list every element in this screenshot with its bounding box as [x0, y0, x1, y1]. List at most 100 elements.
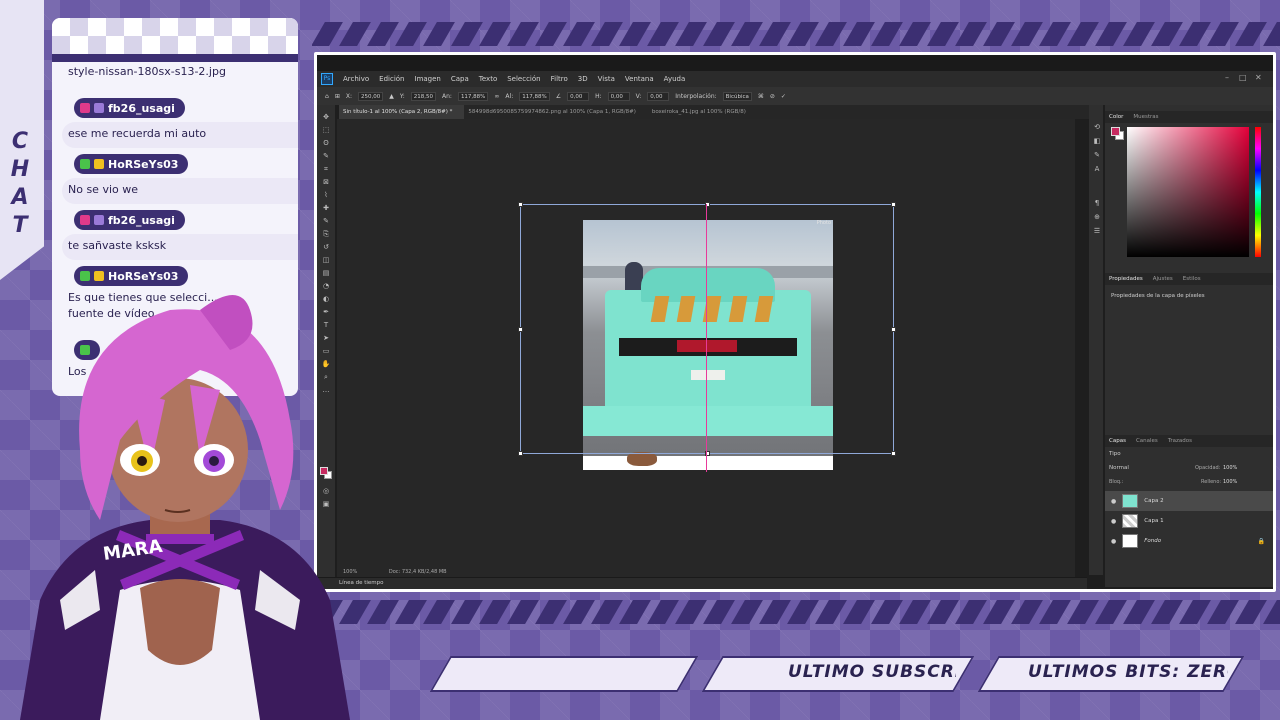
status-bar: 100% Doc: 732,4 KB/2,48 MB [337, 567, 1075, 577]
height-field[interactable]: 117,88% [519, 91, 550, 101]
photo-white-strip [583, 456, 833, 470]
transform-handle-bl[interactable] [518, 451, 523, 456]
tab-channels[interactable]: Canales [1136, 438, 1158, 444]
menu-item-capa[interactable]: Capa [451, 75, 469, 83]
decor-stripe [955, 22, 987, 46]
close-icon[interactable]: ✕ [1255, 73, 1262, 82]
decor-stripe [479, 600, 511, 624]
menu-item-selección[interactable]: Selección [507, 75, 540, 83]
menu-item-ventana[interactable]: Ventana [625, 75, 654, 83]
chat-vertical-label: CHAT [6, 128, 36, 240]
visibility-eye-icon[interactable]: ● [1111, 538, 1116, 545]
transform-handle-left[interactable] [518, 327, 523, 332]
glyphs-panel-icon[interactable]: ⊕ [1092, 213, 1102, 221]
layer-row-capa-2[interactable]: ● Capa 2 [1105, 491, 1273, 511]
lasso-tool-icon[interactable]: ʘ [321, 139, 331, 147]
warp-icon[interactable]: ⌘ [758, 93, 764, 100]
layer-row-capa-1[interactable]: ● Capa 1 [1105, 511, 1273, 531]
tab-properties[interactable]: Propiedades [1109, 276, 1143, 282]
doc-tab-active[interactable]: Sin título-1 al 100% (Capa 2, RGB/8#) * [339, 105, 465, 119]
h-skew-field[interactable]: 0,00 [607, 91, 630, 101]
tab-styles[interactable]: Estilos [1183, 276, 1201, 282]
layer-row-fondo[interactable]: ● Fondo 🔒 [1105, 531, 1273, 551]
link-icon[interactable]: ∞ [494, 93, 499, 100]
menu-item-ayuda[interactable]: Ayuda [664, 75, 686, 83]
move-tool-icon[interactable]: ✥ [321, 113, 331, 121]
decor-stripe [367, 22, 399, 46]
y-field[interactable]: 218,50 [410, 91, 436, 101]
frame-tool-icon[interactable]: ⊠ [321, 178, 331, 186]
width-field[interactable]: 117,88% [457, 91, 489, 101]
x-field[interactable]: 250,00 [357, 91, 384, 101]
home-icon[interactable]: ⌂ [325, 93, 329, 100]
chat-username-pill: fb26_usagi [74, 210, 185, 230]
tab-paths[interactable]: Trazados [1168, 438, 1192, 444]
decor-stripe [731, 600, 763, 624]
menu-item-texto[interactable]: Texto [479, 75, 497, 83]
decor-stripe [955, 600, 987, 624]
commit-transform-icon[interactable]: ✓ [781, 93, 786, 100]
quick-select-tool-icon[interactable]: ✎ [321, 152, 331, 160]
blend-mode-select[interactable]: Normal [1109, 465, 1129, 471]
doc-tab[interactable]: 584998d6950085759974862.png al 100% (Cap… [464, 105, 647, 119]
libraries-panel-icon[interactable]: ☰ [1092, 227, 1102, 235]
transform-handle-br[interactable] [891, 451, 896, 456]
opacity-field[interactable]: 100% [1223, 465, 1237, 471]
avatar-pupil-right [209, 456, 219, 466]
menu-item-imagen[interactable]: Imagen [415, 75, 441, 83]
tab-color[interactable]: Color [1109, 114, 1123, 120]
free-transform-box[interactable] [518, 202, 896, 456]
character-panel-icon[interactable]: A [1092, 165, 1102, 173]
reference-point-icon[interactable]: ⊞ [335, 93, 340, 100]
visibility-eye-icon[interactable]: ● [1111, 498, 1116, 505]
brush-settings-panel-icon[interactable]: ✎ [1092, 151, 1102, 159]
layer-thumbnail [1122, 534, 1139, 548]
menu-item-archivo[interactable]: Archivo [343, 75, 369, 83]
transform-handle-right[interactable] [891, 327, 896, 332]
menu-item-filtro[interactable]: Filtro [551, 75, 568, 83]
history-tool-icon[interactable]: ↺ [321, 243, 331, 251]
chat-username-pill: HoRSeYs03 [74, 154, 189, 174]
crop-tool-icon[interactable]: ⌗ [321, 165, 331, 173]
clone-tool-icon[interactable]: ⎘ [321, 230, 331, 238]
decor-stripe [759, 600, 791, 624]
adjust-panel-icon[interactable]: ◧ [1092, 137, 1102, 145]
eyedropper-tool-icon[interactable]: ⌇ [321, 191, 331, 199]
opacity-label: Opacidad: [1195, 465, 1221, 471]
decor-stripe [507, 600, 539, 624]
hue-slider[interactable] [1255, 127, 1261, 257]
maximize-icon[interactable]: □ [1239, 73, 1247, 82]
decor-stripe [1123, 22, 1155, 46]
chat-message-text: te sañvaste ksksk [68, 239, 167, 252]
panel-foreground-swatch[interactable] [1111, 127, 1120, 136]
paragraph-panel-icon[interactable]: ¶ [1092, 199, 1102, 207]
decor-stripe [1123, 600, 1155, 624]
visibility-eye-icon[interactable]: ● [1111, 518, 1116, 525]
doc-tab[interactable]: boxeiroka_41.jpg al 100% (RGB/8) [648, 105, 758, 119]
brush-tool-icon[interactable]: ✎ [321, 217, 331, 225]
decor-stripe [927, 22, 959, 46]
history-panel-icon[interactable]: ⟲ [1092, 123, 1102, 131]
color-picker-field[interactable] [1127, 127, 1249, 257]
canvas-area[interactable]: Photo [337, 119, 1075, 569]
marquee-tool-icon[interactable]: ⬚ [321, 126, 331, 134]
fill-field[interactable]: 100% [1223, 479, 1237, 485]
color-panel-tabs: Color Muestras [1105, 111, 1273, 123]
layer-kind-filter[interactable]: Tipo [1109, 451, 1121, 457]
healing-tool-icon[interactable]: ✚ [321, 204, 331, 212]
tab-swatches[interactable]: Muestras [1133, 114, 1158, 120]
transform-handle-tl[interactable] [518, 202, 523, 207]
interpolation-select[interactable]: Bicúbica [722, 91, 752, 101]
decor-stripe [731, 22, 763, 46]
menu-item-edición[interactable]: Edición [379, 75, 404, 83]
angle-field[interactable]: 0,00 [567, 91, 590, 101]
v-skew-field[interactable]: 0,00 [647, 91, 670, 101]
minimize-icon[interactable]: – [1225, 73, 1229, 82]
eraser-tool-icon[interactable]: ◫ [321, 256, 331, 264]
tab-layers[interactable]: Capas [1109, 438, 1126, 444]
tab-adjustments[interactable]: Ajustes [1153, 276, 1173, 282]
menu-item-3d[interactable]: 3D [578, 75, 588, 83]
cancel-transform-icon[interactable]: ⊘ [770, 93, 775, 100]
menu-item-vista[interactable]: Vista [598, 75, 615, 83]
transform-handle-tr[interactable] [891, 202, 896, 207]
